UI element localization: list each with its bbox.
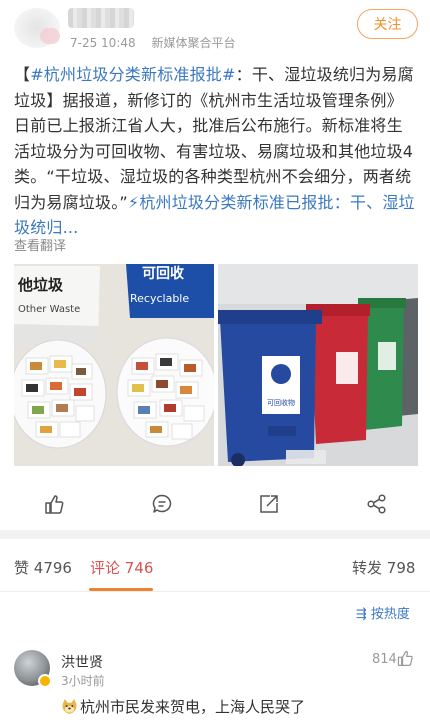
tab-likes[interactable]: 赞 4796 <box>14 557 72 578</box>
verified-badge-icon <box>38 674 52 688</box>
post-image-right[interactable]: 可回收物 <box>218 264 418 466</box>
commenter-avatar[interactable] <box>14 650 52 688</box>
doge-emoji-icon <box>62 698 77 715</box>
author-name-blurred[interactable] <box>68 8 134 28</box>
tab-reposts[interactable]: 转发 798 <box>352 557 415 578</box>
comment-icon[interactable] <box>151 493 173 515</box>
comment-like-count: 814 <box>372 652 397 667</box>
other-waste-label: 他垃圾 <box>17 276 64 294</box>
author-avatar[interactable] <box>14 8 60 48</box>
thumb-up-icon[interactable] <box>43 493 65 515</box>
section-divider <box>0 530 430 539</box>
recyclable-label: 可回收 <box>142 265 185 282</box>
post-header: 7-25 10:48 新媒体聚合平台 关注 <box>0 0 430 58</box>
sort-icon: ⇶ <box>356 607 367 622</box>
lightning-icon: ⚡ <box>127 192 140 212</box>
colored-bins-image: 可回收物 <box>218 264 418 466</box>
post-action-bar <box>0 486 430 524</box>
tab-comments[interactable]: 评论 746 <box>90 557 153 578</box>
tab-reposts-count: 798 <box>386 559 416 577</box>
tab-likes-label: 赞 <box>14 559 30 577</box>
commenter-name[interactable]: 洪世贤 <box>61 652 103 672</box>
comment-text: 杭州市民发来贺电，上海人民哭了 <box>61 696 305 717</box>
tab-comments-count: 746 <box>124 559 154 577</box>
sort-label: 按热度 <box>370 607 410 622</box>
stats-tabs: 赞 4796 评论 746 转发 798 <box>0 540 430 592</box>
bin-label: 可回收物 <box>267 398 295 407</box>
tab-comments-label: 评论 <box>90 559 121 577</box>
repost-icon[interactable] <box>258 493 280 515</box>
post-text: 【#杭州垃圾分类新标准报批#：干、湿垃圾统归为易腐垃圾】据报道，新修订的《杭州市… <box>14 62 418 241</box>
follow-button[interactable]: 关注 <box>357 9 418 39</box>
sort-by-hot-button[interactable]: ⇶ 按热度 <box>356 603 410 622</box>
post-source: 新媒体聚合平台 <box>151 36 236 50</box>
post-image-left[interactable]: 他垃圾 Other Waste 可回收 Recyclable <box>14 264 214 466</box>
comment-body: 杭州市民发来贺电，上海人民哭了 <box>80 698 306 716</box>
active-tab-indicator <box>89 588 153 591</box>
recyclable-sub: Recyclable <box>130 292 189 305</box>
other-waste-sub: Other Waste <box>18 304 80 315</box>
post-time: 7-25 10:48 <box>70 36 136 50</box>
hashtag-link[interactable]: #杭州垃圾分类新标准报批# <box>30 65 235 84</box>
post-body: ：干、湿垃圾统归为易腐垃圾】据报道，新修订的《杭州市生活垃圾管理条例》日前已上报… <box>14 65 414 212</box>
see-translation-link[interactable]: 查看翻译 <box>14 235 66 254</box>
share-icon[interactable] <box>366 493 388 515</box>
comment-time: 3小时前 <box>61 674 105 688</box>
trash-sorting-game-image: 他垃圾 Other Waste 可回收 Recyclable <box>14 264 214 466</box>
bracket-open: 【 <box>14 65 31 84</box>
tab-likes-count: 4796 <box>33 559 72 577</box>
tab-reposts-label: 转发 <box>352 559 383 577</box>
comment-thumb-up-icon[interactable] <box>396 649 414 667</box>
post-meta: 7-25 10:48 新媒体聚合平台 <box>70 34 235 51</box>
